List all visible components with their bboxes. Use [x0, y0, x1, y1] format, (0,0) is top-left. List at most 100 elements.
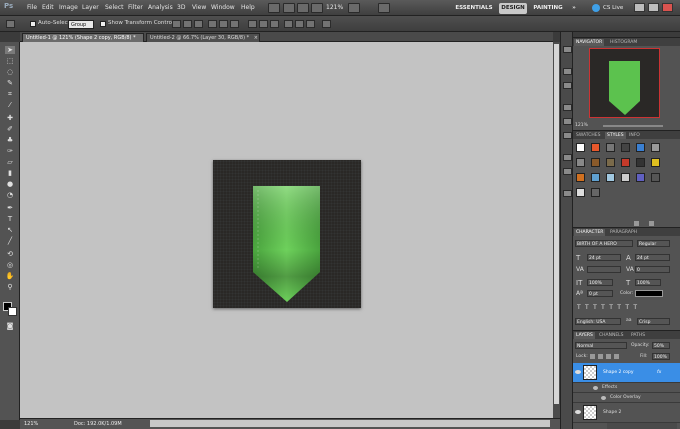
- horizontal-scrollbar[interactable]: [150, 420, 550, 427]
- history-panel-icon[interactable]: [563, 68, 572, 75]
- path-select-tool-icon[interactable]: ↖: [5, 226, 15, 234]
- leading-field[interactable]: 24 pt: [635, 254, 670, 261]
- align-hcenter-icon[interactable]: [219, 20, 228, 28]
- status-zoom[interactable]: 121%: [24, 421, 38, 427]
- menu-analysis[interactable]: Analysis: [148, 4, 173, 11]
- 3d-rotate-tool-icon[interactable]: ⟲: [5, 250, 15, 258]
- menu-image[interactable]: Image: [59, 4, 78, 11]
- style-swatch[interactable]: [591, 143, 600, 152]
- font-family-dropdown[interactable]: BIRTH OF A HERO: [575, 240, 633, 247]
- style-swatch[interactable]: [651, 173, 660, 182]
- tab-character[interactable]: CHARACTER: [574, 229, 606, 236]
- blend-mode-dropdown[interactable]: Normal: [575, 342, 627, 349]
- menu-select[interactable]: Select: [105, 4, 124, 11]
- style-swatch[interactable]: [621, 143, 630, 152]
- style-swatch[interactable]: [651, 143, 660, 152]
- style-swatch[interactable]: [576, 188, 585, 197]
- tab-untitled-2[interactable]: Untitled-2 @ 66.7% (Layer 30, RGB/8) * ×: [146, 33, 260, 42]
- tracking-field[interactable]: 0: [635, 266, 670, 273]
- kerning-field[interactable]: [587, 266, 621, 273]
- minibridge-icon[interactable]: [283, 3, 295, 13]
- fx-icon[interactable]: fx: [657, 370, 661, 375]
- layer-effects-row[interactable]: Effects: [573, 383, 680, 393]
- style-swatch[interactable]: [651, 158, 660, 167]
- auto-select-checkbox[interactable]: [30, 21, 36, 27]
- quick-select-tool-icon[interactable]: ✎: [5, 79, 15, 87]
- shape-tool-icon[interactable]: ╱: [5, 237, 15, 245]
- dodge-tool-icon[interactable]: ◔: [5, 191, 15, 199]
- align-bottom-icon[interactable]: [194, 20, 203, 28]
- tab-swatches[interactable]: SWATCHES: [574, 132, 603, 139]
- workspace-essentials[interactable]: ESSENTIALS: [452, 3, 496, 14]
- adjustments-panel-icon[interactable]: [563, 104, 572, 111]
- more-workspaces-button[interactable]: »: [568, 3, 580, 14]
- lasso-tool-icon[interactable]: ◌: [5, 68, 15, 76]
- distribute-left-icon[interactable]: [284, 20, 293, 28]
- tab-info[interactable]: INFO: [627, 132, 642, 139]
- tab-layers[interactable]: LAYERS: [574, 332, 595, 339]
- style-swatch[interactable]: [591, 158, 600, 167]
- vertical-scrollbar-thumb[interactable]: [554, 44, 559, 404]
- eraser-tool-icon[interactable]: ▱: [5, 158, 15, 166]
- align-vcenter-icon[interactable]: [183, 20, 192, 28]
- minimize-button[interactable]: [634, 3, 645, 12]
- menu-window[interactable]: Window: [211, 4, 235, 11]
- style-swatch[interactable]: [636, 158, 645, 167]
- blur-tool-icon[interactable]: ●: [5, 180, 15, 188]
- tab-histogram[interactable]: HISTOGRAM: [608, 39, 639, 46]
- navigator-zoom[interactable]: 121%: [575, 123, 588, 128]
- pen-tool-icon[interactable]: ✒: [5, 204, 15, 212]
- align-left-icon[interactable]: [208, 20, 217, 28]
- distribute-vcenter-icon[interactable]: [259, 20, 268, 28]
- language-dropdown[interactable]: English: USA: [575, 318, 621, 325]
- fill-field[interactable]: 100%: [652, 353, 670, 360]
- extras-icon[interactable]: [297, 3, 309, 13]
- delete-style-icon[interactable]: [649, 221, 654, 226]
- style-swatch[interactable]: [591, 188, 600, 197]
- menu-view[interactable]: View: [192, 4, 206, 11]
- style-swatch[interactable]: [576, 173, 585, 182]
- baseline-shift-field[interactable]: 0 pt: [587, 290, 613, 297]
- eye-icon[interactable]: [575, 410, 581, 414]
- lock-all-icon[interactable]: [614, 354, 619, 359]
- zoom-level[interactable]: 121%: [326, 4, 343, 11]
- layer-row-shape-2[interactable]: Shape 2: [573, 403, 680, 423]
- masks-panel-icon[interactable]: [563, 118, 572, 125]
- style-swatch[interactable]: [606, 173, 615, 182]
- align-top-icon[interactable]: [172, 20, 181, 28]
- hand-tool-icon[interactable]: [311, 3, 323, 13]
- vertical-scale-field[interactable]: 100%: [587, 279, 613, 286]
- actions-panel-icon[interactable]: [563, 82, 572, 89]
- distribute-right-icon[interactable]: [306, 20, 315, 28]
- auto-select-dropdown[interactable]: Group: [68, 20, 94, 29]
- auto-align-icon[interactable]: [322, 20, 331, 28]
- workspace-design[interactable]: DESIGN: [499, 3, 527, 14]
- style-swatch[interactable]: [636, 143, 645, 152]
- maximize-button[interactable]: [648, 3, 659, 12]
- distribute-bottom-icon[interactable]: [270, 20, 279, 28]
- style-swatch[interactable]: [636, 173, 645, 182]
- menu-help[interactable]: Help: [241, 4, 255, 11]
- tab-navigator[interactable]: NAVIGATOR: [574, 39, 605, 46]
- color-overlay-row[interactable]: Color Overlay: [573, 393, 680, 403]
- antialias-dropdown[interactable]: Crisp: [637, 318, 670, 325]
- navigator-zoom-slider[interactable]: [603, 125, 663, 127]
- lock-position-icon[interactable]: [606, 354, 611, 359]
- tab-channels[interactable]: CHANNELS: [597, 332, 626, 339]
- arrange-docs-icon[interactable]: [348, 3, 360, 13]
- move-tool-icon[interactable]: ➤: [5, 46, 15, 54]
- style-swatch[interactable]: [576, 158, 585, 167]
- opacity-field[interactable]: 50%: [652, 342, 670, 349]
- close-window-button[interactable]: [662, 3, 673, 12]
- menu-3d[interactable]: 3D: [177, 4, 185, 11]
- 3d-orbit-tool-icon[interactable]: ◎: [5, 261, 15, 269]
- tab-untitled-1[interactable]: Untitled-1 @ 121% (Shape 2 copy, RGB/8) …: [22, 33, 144, 50]
- color-overlay-eye-icon[interactable]: [601, 396, 606, 400]
- type-style-buttons[interactable]: TTTTTTTT: [577, 304, 642, 311]
- document-canvas[interactable]: [213, 160, 361, 308]
- font-size-field[interactable]: 24 pt: [587, 254, 621, 261]
- tab-styles[interactable]: STYLES: [605, 132, 626, 139]
- brush-tool-icon[interactable]: ✐: [5, 125, 15, 133]
- style-swatch[interactable]: [606, 143, 615, 152]
- healing-tool-icon[interactable]: ✚: [5, 114, 15, 122]
